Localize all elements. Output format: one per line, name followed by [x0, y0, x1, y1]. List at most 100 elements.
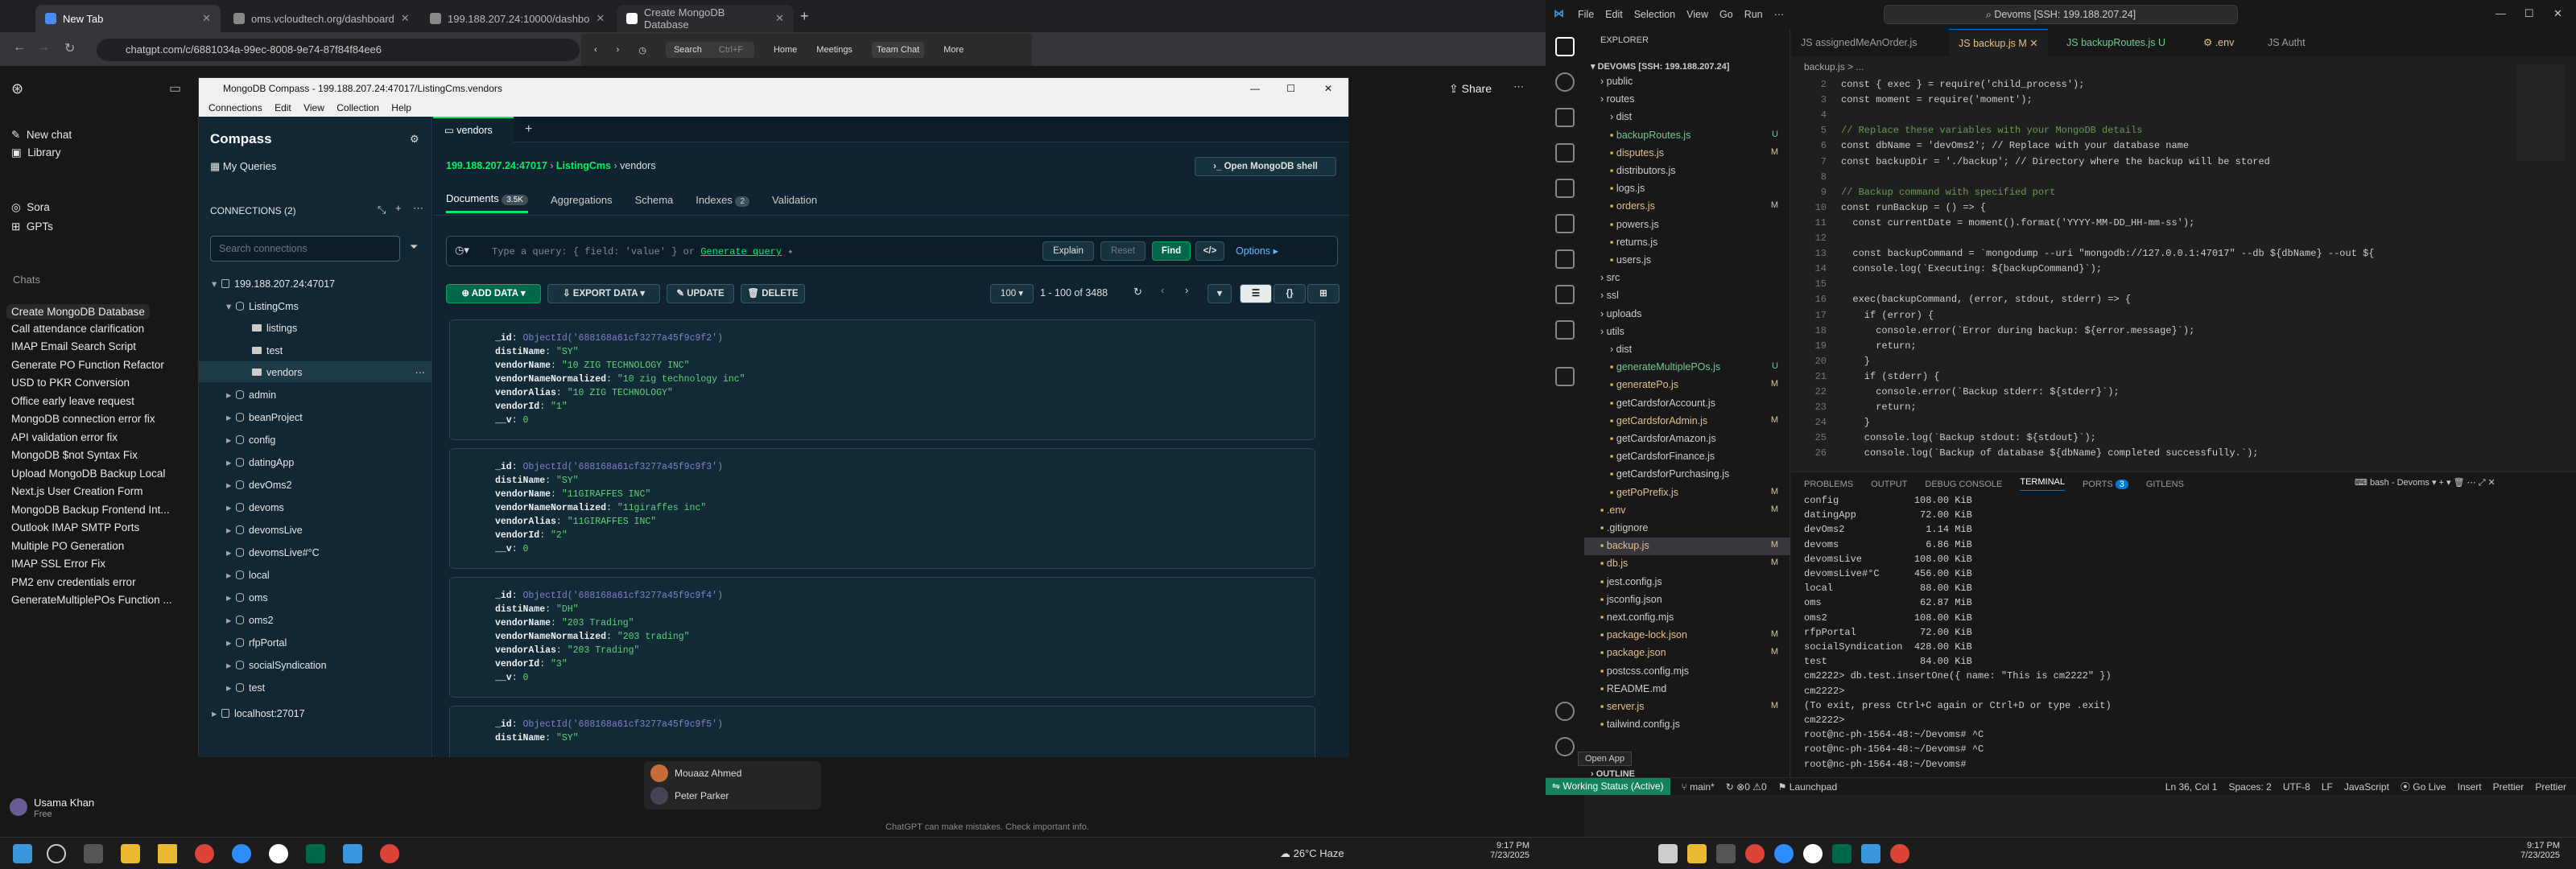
tab-documents[interactable]: Documents 3.5K — [446, 192, 528, 213]
menu-selection[interactable]: Selection — [1634, 9, 1675, 20]
collapse-icon[interactable]: ⤡ — [378, 204, 386, 216]
search-icon[interactable] — [47, 844, 66, 863]
forward-icon[interactable]: → — [37, 40, 50, 55]
menu-file[interactable]: File — [1578, 9, 1594, 20]
code-line[interactable]: const currentDate = moment().format('YYY… — [1841, 217, 2194, 229]
folder-item[interactable]: › utils — [1600, 326, 1624, 337]
code-line[interactable]: console.error(`Backup stderr: ${stderr}`… — [1841, 386, 2119, 397]
prettier-status[interactable]: Prettier — [2535, 781, 2566, 793]
gitlens-icon[interactable] — [1555, 249, 1575, 269]
run-debug-icon[interactable] — [1555, 143, 1575, 163]
sidebar-toggle-icon[interactable]: ▭ — [169, 80, 181, 97]
clock[interactable]: 9:17 PM 7/23/2025 — [2496, 841, 2560, 860]
manage-gear-icon[interactable] — [1555, 737, 1575, 756]
view-toggle-menu[interactable]: ▾ — [1208, 284, 1232, 303]
encoding[interactable]: UTF-8 — [2283, 781, 2310, 793]
testing-icon[interactable] — [1555, 285, 1575, 304]
browser-tab[interactable]: oms.vcloudtech.org/dashboard ✕ — [224, 5, 417, 32]
browser-tab[interactable]: New Tab ✕ — [35, 5, 221, 32]
db-item[interactable]: ▸ devOms2 — [226, 479, 292, 491]
cursor-position[interactable]: Ln 36, Col 1 — [2165, 781, 2218, 793]
chat-item[interactable]: GenerateMultiplePOs Function ... — [11, 594, 172, 606]
extensions-icon[interactable] — [1555, 214, 1575, 233]
copilot-icon[interactable] — [1555, 367, 1575, 386]
list-view-icon[interactable]: ☰ — [1240, 284, 1272, 303]
db-item[interactable]: ▸ test — [226, 682, 265, 694]
filter-icon[interactable]: ⏷ — [410, 241, 418, 253]
folder-item[interactable]: › public — [1600, 76, 1633, 87]
update-button[interactable]: ✎ UPDATE — [667, 284, 734, 303]
maximize-icon[interactable]: ☐ — [1286, 78, 1295, 99]
prev-page-icon[interactable]: ‹ — [1161, 284, 1164, 296]
open-shell-button[interactable]: ›_ Open MongoDB shell — [1195, 157, 1336, 176]
terminal-selector[interactable]: ⌨ bash - Devoms ▾ + ▾ 🗑 ⋯ ⤢ ✕ — [2355, 477, 2496, 488]
menu-edit[interactable]: Edit — [275, 102, 291, 113]
close-icon[interactable]: ✕ — [401, 12, 410, 25]
code-line[interactable]: console.log(`Executing: ${backupCommand}… — [1841, 263, 2102, 274]
file-item[interactable]: ▪ db.js — [1600, 558, 1628, 569]
code-line[interactable]: if (error) { — [1841, 310, 1934, 321]
refresh-icon[interactable]: ↻ — [1133, 286, 1142, 299]
chat-item[interactable]: Upload MongoDB Backup Local — [11, 467, 165, 480]
add-data-button[interactable]: ⊕ ADD DATA ▾ — [446, 284, 541, 303]
code-line[interactable]: if (stderr) { — [1841, 371, 1940, 382]
close-icon[interactable]: ✕ — [596, 12, 605, 25]
mongodb-compass-icon[interactable] — [306, 844, 325, 863]
folder-icon[interactable] — [158, 844, 177, 863]
db-item[interactable]: ▸ devomsLive#°C — [226, 546, 320, 558]
folder-item[interactable]: › uploads — [1600, 308, 1641, 319]
editor-tab[interactable]: JS assignedMeAnOrder.js — [1791, 29, 1927, 56]
panel-tab-ports[interactable]: PORTS 3 — [2083, 479, 2128, 489]
panel-tab-output[interactable]: OUTPUT — [1871, 480, 1907, 489]
menu-view[interactable]: View — [1686, 9, 1708, 20]
zoom-icon[interactable] — [1774, 844, 1794, 863]
collection-item[interactable]: test — [252, 345, 283, 356]
my-queries-link[interactable]: ▦ My Queries — [210, 160, 276, 173]
menu-connections[interactable]: Connections — [208, 102, 262, 113]
db-item[interactable]: ▸ beanProject — [226, 411, 303, 423]
panel-tab-terminal[interactable]: TERMINAL — [2020, 477, 2065, 491]
more-icon[interactable]: ⋯ — [413, 202, 423, 215]
file-item[interactable]: ▪ next.config.mjs — [1600, 612, 1674, 623]
settings-icon[interactable]: ⚙ — [410, 133, 419, 146]
db-item[interactable]: ▸ oms2 — [226, 614, 274, 626]
folder-item[interactable]: › dist — [1610, 344, 1632, 355]
file-item[interactable]: ▪ README.md — [1600, 683, 1666, 694]
file-item[interactable]: ▪ disputes.js — [1610, 147, 1664, 159]
account-icon[interactable] — [1555, 702, 1575, 721]
git-branch[interactable]: ⑂ main* — [1682, 781, 1715, 793]
more-options-icon[interactable]: ⋯ — [1513, 80, 1524, 93]
file-item[interactable]: ▪ tailwind.config.js — [1600, 719, 1680, 730]
teams-nav-home[interactable]: Home — [774, 45, 797, 55]
document-card[interactable]: _id: ObjectId('688168a61cf3277a45f9c9f2'… — [449, 319, 1315, 440]
indentation[interactable]: Spaces: 2 — [2228, 781, 2271, 793]
explorer-icon[interactable] — [1555, 37, 1575, 56]
browser-tab[interactable]: Create MongoDB Database ✕ — [617, 5, 794, 32]
chat-item[interactable]: Generate PO Function Refactor — [11, 359, 164, 371]
menu-go[interactable]: Go — [1719, 9, 1733, 20]
vscode-icon[interactable] — [343, 844, 362, 863]
chat-item[interactable]: Outlook IMAP SMTP Ports — [11, 521, 139, 533]
browser-tab[interactable]: 199.188.207.24:10000/dashbo ✕ — [420, 5, 613, 32]
db-item[interactable]: ▸ config — [226, 434, 275, 446]
prettier[interactable]: Prettier — [2493, 781, 2524, 793]
file-item[interactable]: ▪ logs.js — [1610, 183, 1645, 194]
url-field[interactable]: chatgpt.com/c/6881034a-99ec-8008-9e74-87… — [97, 39, 580, 61]
chat-item[interactable]: Next.js User Creation Form — [11, 485, 143, 497]
file-item[interactable]: ▪ package.json — [1600, 647, 1666, 658]
code-icon[interactable]: </> — [1195, 241, 1224, 261]
file-item[interactable]: ▪ .gitignore — [1600, 522, 1648, 533]
file-item[interactable]: ▪ getCardsforFinance.js — [1610, 451, 1715, 462]
gpts-link[interactable]: ⊞ GPTs — [11, 220, 53, 233]
options-toggle[interactable]: Options ▸ — [1236, 245, 1278, 257]
new-chat-link[interactable]: ✎ New chat — [11, 129, 72, 142]
tab-aggregations[interactable]: Aggregations — [551, 194, 613, 212]
store-icon[interactable] — [1716, 844, 1736, 863]
db-item[interactable]: ▸ oms — [226, 591, 268, 603]
reload-icon[interactable]: ↻ — [64, 40, 75, 56]
close-icon[interactable]: ✕ — [775, 12, 784, 25]
panel-tab-gitlens[interactable]: GITLENS — [2146, 480, 2184, 489]
new-tab-icon[interactable]: + — [525, 122, 532, 137]
code-line[interactable]: exec(backupCommand, (error, stdout, stde… — [1841, 294, 2131, 305]
share-button[interactable]: ⇪ Share — [1449, 82, 1492, 96]
